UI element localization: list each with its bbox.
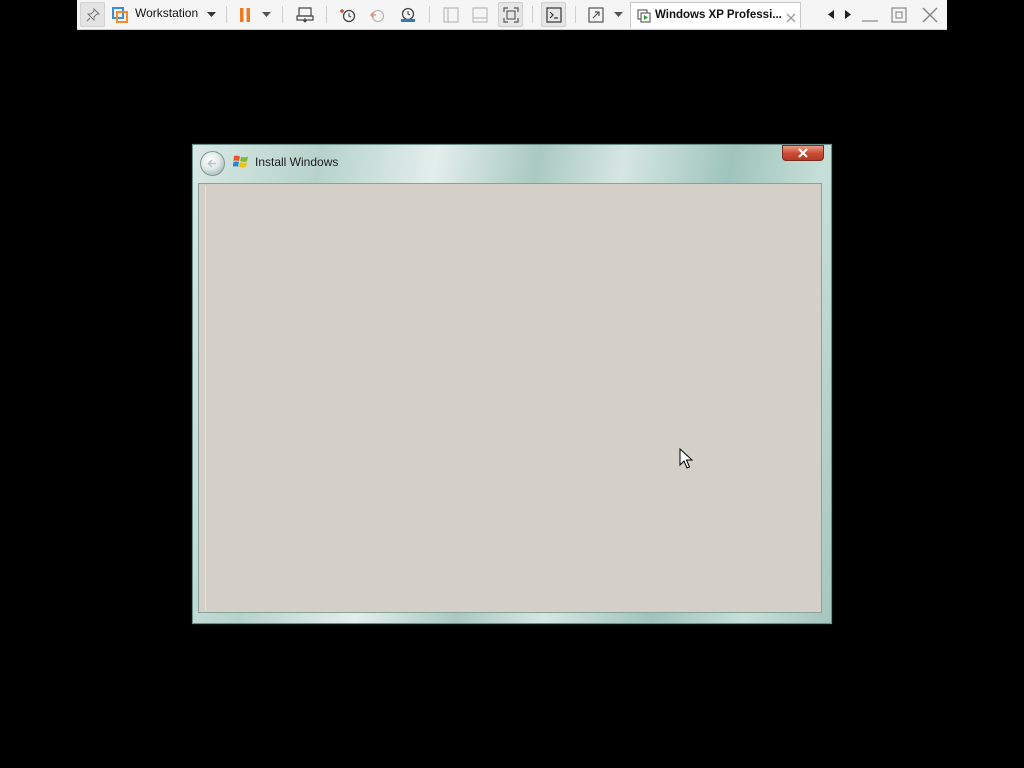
chevron-down-icon (206, 11, 216, 17)
close-app-button[interactable] (919, 2, 941, 27)
workstation-menu-label[interactable]: Workstation (135, 6, 198, 20)
tab-close-button[interactable] (785, 9, 797, 23)
full-screen-button[interactable] (585, 2, 607, 27)
close-icon (922, 6, 938, 23)
full-screen-dropdown[interactable] (611, 2, 625, 27)
chevron-down-icon (613, 11, 623, 17)
vm-tab-label: Windows XP Professi... (655, 9, 782, 21)
toolbar-separator (532, 6, 533, 23)
thumbnail-bar-button[interactable] (469, 2, 491, 27)
toolbar-separator (226, 6, 227, 23)
revert-snapshot-button[interactable] (366, 2, 390, 27)
send-keys-icon (296, 6, 314, 23)
power-dropdown[interactable] (259, 2, 273, 27)
toolbar-separator (575, 6, 576, 23)
close-icon (798, 148, 808, 158)
minimize-icon (862, 19, 878, 22)
toolbar-separator (326, 6, 327, 23)
pause-icon (240, 7, 250, 22)
vm-tab[interactable]: Windows XP Professi... (630, 2, 801, 28)
workstation-logo-icon (112, 6, 128, 23)
toolbar-separator (429, 6, 430, 23)
console-view-button[interactable] (541, 2, 566, 27)
show-library-button[interactable] (440, 2, 462, 27)
back-button[interactable] (200, 151, 225, 176)
toolbar-separator (282, 6, 283, 23)
send-ctrl-alt-del-button[interactable] (293, 2, 317, 27)
pin-toolbar-button[interactable] (80, 2, 105, 27)
vm-tab-icon (637, 9, 651, 23)
restore-button[interactable] (888, 2, 910, 27)
take-snapshot-button[interactable] (336, 2, 360, 27)
pause-button[interactable] (235, 2, 255, 27)
snapshot-revert-icon (370, 9, 385, 22)
window-close-button[interactable] (782, 145, 824, 161)
fit-guest-icon (502, 6, 519, 23)
triangle-left-icon (828, 10, 834, 19)
snapshot-icon (340, 8, 356, 22)
full-screen-icon (588, 6, 604, 23)
restore-icon (891, 6, 907, 23)
install-windows-window: Install Windows (192, 144, 832, 624)
windows-logo-icon (233, 155, 248, 168)
vmware-toolbar: Workstation Windows XP Professi... (77, 0, 947, 30)
back-arrow-icon (207, 159, 216, 168)
window-title: Install Windows (255, 155, 339, 169)
snapshot-manager-icon (401, 7, 415, 22)
chevron-down-icon (261, 11, 271, 17)
tab-scroll-left-button[interactable] (825, 2, 837, 27)
workstation-logo[interactable] (110, 2, 130, 27)
console-view-icon (545, 6, 562, 23)
snapshot-manager-button[interactable] (396, 2, 420, 27)
library-view-icon (443, 6, 459, 23)
mouse-cursor-icon (679, 448, 693, 469)
close-icon (786, 13, 796, 23)
workstation-menu-dropdown[interactable] (204, 2, 218, 27)
pin-icon (86, 7, 100, 21)
minimize-button[interactable] (859, 2, 881, 27)
installer-content-area (198, 183, 822, 613)
thumbnail-bar-icon (472, 6, 488, 23)
tab-scroll-right-button[interactable] (842, 2, 854, 27)
triangle-right-icon (845, 10, 851, 19)
installer-blank-panel (205, 186, 819, 610)
fit-guest-button[interactable] (498, 2, 523, 27)
